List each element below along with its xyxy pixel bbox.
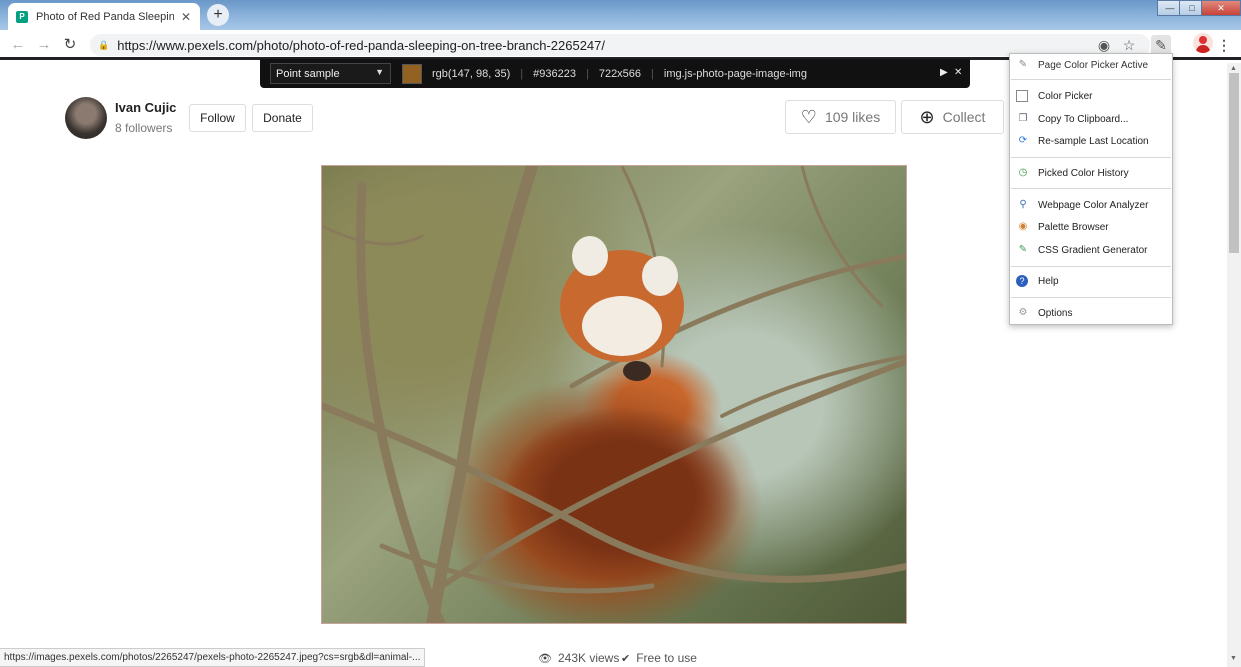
author-avatar[interactable] (65, 97, 107, 139)
color-swatch (402, 63, 422, 84)
color-picker-extension-icon[interactable]: ✎ (1151, 35, 1171, 55)
menu-divider (1011, 266, 1171, 267)
element-size: 722x566 (598, 67, 642, 80)
red-panda-photo[interactable] (321, 165, 907, 624)
menu-divider (1011, 79, 1171, 80)
sample-mode-select[interactable]: Point sample ▼ (270, 63, 391, 84)
lock-icon: 🔒 (98, 39, 110, 50)
author-name[interactable]: Ivan Cujic (115, 100, 176, 115)
new-tab-button[interactable]: + (207, 4, 229, 26)
check-circle-icon: ✔ (621, 652, 631, 665)
license-label[interactable]: Free to use (636, 651, 697, 665)
divider: | (585, 67, 589, 80)
menu-item-label: CSS Gradient Generator (1038, 244, 1148, 256)
divider: | (520, 67, 524, 80)
menu-divider (1011, 188, 1171, 189)
menu-item-label: Picked Color History (1038, 167, 1129, 179)
browser-tab[interactable]: P Photo of Red Panda Sleeping on ✕ (8, 3, 200, 30)
scroll-down-icon[interactable]: ▼ (1230, 655, 1237, 662)
heart-icon: ♡ (800, 106, 817, 127)
pexels-favicon-icon: P (16, 10, 28, 23)
menu-header-label: Page Color Picker Active (1038, 59, 1149, 71)
menu-item-label: Copy To Clipboard... (1038, 113, 1129, 125)
eyedropper-icon: ✎ (1018, 59, 1028, 70)
menu-divider (1011, 157, 1171, 158)
menu-item-history[interactable]: ◷ Picked Color History (1010, 164, 1172, 182)
sample-mode-value: Point sample (276, 67, 340, 80)
help-icon: ? (1016, 275, 1028, 287)
menu-item-label: Re-sample Last Location (1038, 135, 1149, 147)
history-icon: ◷ (1018, 167, 1028, 178)
hex-value[interactable]: #936223 (533, 68, 576, 80)
menu-item-gradient[interactable]: ✎ CSS Gradient Generator (1010, 241, 1172, 259)
tab-strip: P Photo of Red Panda Sleeping on ✕ + — □… (0, 0, 1241, 30)
copy-icon: ❐ (1018, 113, 1028, 124)
translate-icon[interactable]: ◉ (1094, 35, 1114, 55)
collect-button[interactable]: ⊕ Collect (901, 100, 1004, 134)
branches-illustration (322, 166, 906, 623)
address-url[interactable]: https://www.pexels.com/photo/photo-of-re… (117, 38, 605, 53)
menu-item-label: Help (1038, 275, 1059, 287)
expand-arrow-icon[interactable]: ▶ (940, 67, 948, 78)
views-count: 243K views (557, 651, 620, 665)
menu-item-label: Color Picker (1038, 90, 1093, 102)
menu-item-resample[interactable]: ⟳ Re-sample Last Location (1010, 132, 1172, 150)
menu-item-label: Options (1038, 307, 1073, 319)
color-picker-bar: Point sample ▼ rgb(147, 98, 35) | #93622… (260, 59, 970, 88)
eye-icon: 👁 (538, 652, 552, 665)
author-followers: 8 followers (115, 121, 173, 135)
address-bar[interactable]: 🔒 https://www.pexels.com/photo/photo-of-… (90, 34, 1150, 56)
back-arrow-icon[interactable]: ← (8, 35, 28, 55)
menu-item-options[interactable]: ⚙ Options (1010, 304, 1172, 322)
likes-count: 109 likes (824, 109, 881, 125)
resample-icon: ⟳ (1018, 135, 1028, 146)
element-selector: img.js-photo-page-image-img (663, 67, 807, 80)
menu-header: ✎ Page Color Picker Active (1010, 56, 1172, 74)
menu-item-palette[interactable]: ◉ Palette Browser (1010, 218, 1172, 236)
plus-circle-icon: ⊕ (919, 106, 935, 127)
menu-item-label: Palette Browser (1038, 221, 1109, 233)
like-button[interactable]: ♡ 109 likes (785, 100, 896, 134)
scroll-up-icon[interactable]: ▲ (1230, 65, 1237, 72)
tab-close-icon[interactable]: ✕ (180, 10, 192, 24)
menu-item-copy[interactable]: ❐ Copy To Clipboard... (1010, 110, 1172, 128)
rgb-value[interactable]: rgb(147, 98, 35) (432, 68, 510, 80)
square-icon (1016, 90, 1028, 102)
menu-divider (1011, 297, 1171, 298)
bookmark-star-icon[interactable]: ☆ (1119, 35, 1139, 55)
views-stat: 👁 243K views (538, 651, 619, 665)
page-scrollbar[interactable]: ▲ ▼ (1227, 63, 1241, 667)
palette-icon: ◉ (1018, 221, 1028, 232)
color-picker-menu: ✎ Page Color Picker Active Color Picker … (1009, 53, 1173, 325)
scrollbar-thumb[interactable] (1229, 73, 1239, 253)
close-icon[interactable]: ✕ (954, 67, 962, 78)
status-bar-url: https://images.pexels.com/photos/2265247… (0, 648, 426, 667)
menu-item-help[interactable]: ? Help (1010, 272, 1172, 290)
menu-item-label: Webpage Color Analyzer (1038, 199, 1149, 211)
magnifier-icon: ⚲ (1019, 199, 1027, 210)
license-stat: ✔ Free to use (621, 651, 697, 665)
follow-button[interactable]: Follow (189, 104, 246, 132)
gear-icon: ⚙ (1018, 307, 1028, 318)
donate-button[interactable]: Donate (252, 104, 313, 132)
collect-label: Collect (942, 109, 986, 125)
profile-avatar[interactable] (1193, 33, 1213, 53)
divider: | (651, 67, 654, 80)
tab-title: Photo of Red Panda Sleeping on (36, 10, 174, 23)
forward-arrow-icon[interactable]: → (34, 35, 54, 55)
reload-icon[interactable]: ↻ (60, 35, 80, 55)
menu-item-color-picker[interactable]: Color Picker (1010, 87, 1172, 105)
chevron-down-icon: ▼ (375, 67, 384, 77)
window-close-button[interactable]: ✕ (1201, 0, 1241, 16)
more-menu-icon[interactable]: ⋮ (1214, 35, 1234, 55)
menu-item-analyzer[interactable]: ⚲ Webpage Color Analyzer (1010, 196, 1172, 214)
gradient-icon: ✎ (1018, 244, 1028, 255)
